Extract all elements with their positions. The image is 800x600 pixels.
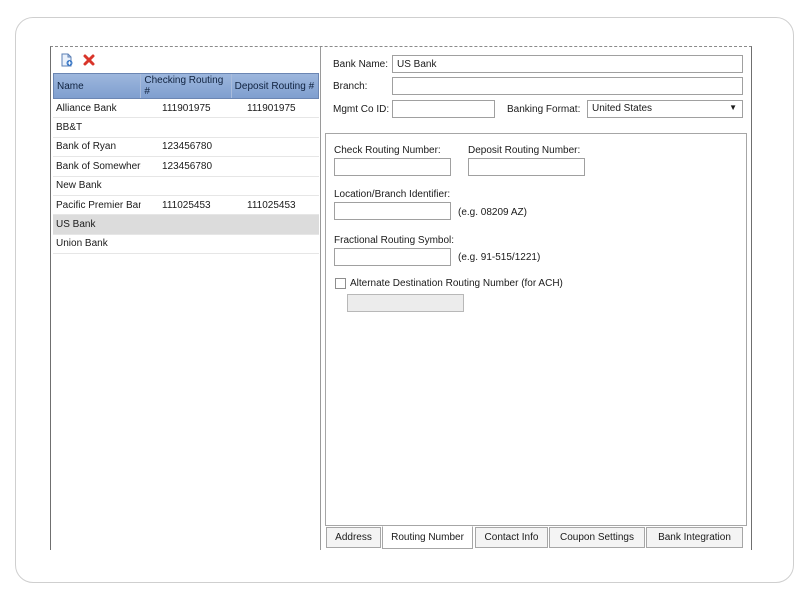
alternate-routing-label: Alternate Destination Routing Number (fo… — [350, 278, 563, 289]
location-branch-field[interactable] — [334, 202, 451, 220]
branch-field[interactable] — [392, 77, 743, 95]
bank-name-cell: Alliance Bank — [56, 102, 117, 114]
checking-routing-cell: 123456780 — [162, 160, 213, 172]
bank-list-pane: Name Checking Routing # Deposit Routing … — [51, 47, 321, 550]
table-row[interactable]: Bank of Somewhere 123456780 — [53, 157, 319, 177]
deposit-routing-cell: 111901975 — [247, 102, 296, 114]
bank-name-cell: US Bank — [56, 219, 96, 231]
bank-grid-body: Alliance Bank 111901975 111901975 BB&T Bank … — [53, 99, 319, 255]
table-row[interactable]: New Bank — [53, 177, 319, 196]
table-row[interactable]: Pacific Premier Bank 111025453 111025453 — [53, 196, 319, 216]
bank-name-cell: Union Bank — [56, 238, 108, 250]
tab-routing-number[interactable]: Routing Number — [382, 526, 473, 549]
checking-routing-cell: 123456780 — [162, 141, 213, 153]
table-row[interactable]: US Bank — [53, 215, 319, 235]
alternate-routing-checkbox[interactable] — [335, 278, 346, 289]
deposit-routing-label: Deposit Routing Number: — [468, 145, 581, 156]
bank-grid-header: Name Checking Routing # Deposit Routing … — [53, 73, 319, 99]
alternate-routing-field — [347, 294, 464, 312]
deposit-routing-cell: 111025453 — [247, 199, 296, 211]
bank-setup-window: Name Checking Routing # Deposit Routing … — [50, 46, 752, 550]
table-row[interactable]: Bank of Ryan 123456780 — [53, 138, 319, 158]
bank-name-cell: BB&T — [56, 122, 83, 134]
fractional-routing-hint: (e.g. 91-515/1221) — [458, 252, 541, 263]
fractional-routing-label: Fractional Routing Symbol: — [334, 235, 455, 246]
column-header-deposit-routing[interactable]: Deposit Routing # — [232, 74, 318, 98]
checking-routing-cell: 111025453 — [162, 199, 211, 211]
fractional-routing-field[interactable] — [334, 248, 451, 266]
bank-name-cell: New Bank — [56, 180, 102, 192]
mgmt-co-id-label: Mgmt Co ID: — [333, 104, 390, 115]
detail-tabs: Address Routing Number Contact Info Coup… — [325, 526, 749, 550]
bank-name-cell: Bank of Ryan — [56, 141, 117, 153]
banking-format-select[interactable]: United States ▼ — [587, 100, 743, 118]
dropdown-arrow-icon: ▼ — [729, 103, 737, 112]
routing-number-tab-panel: Check Routing Number: Deposit Routing Nu… — [325, 133, 747, 526]
bank-grid: Name Checking Routing # Deposit Routing … — [53, 73, 319, 255]
table-row[interactable]: BB&T — [53, 118, 319, 138]
bank-details-pane: Bank Name: Branch: Mgmt Co ID: Banking F… — [323, 47, 751, 551]
banking-format-label: Banking Format: — [507, 104, 581, 115]
bank-name-field[interactable] — [392, 55, 743, 73]
branch-label: Branch: — [333, 81, 368, 92]
tab-contact-info[interactable]: Contact Info — [475, 527, 548, 548]
add-document-icon[interactable] — [60, 53, 74, 67]
mgmt-co-id-field[interactable] — [392, 100, 495, 118]
tab-coupon-settings[interactable]: Coupon Settings — [549, 527, 645, 548]
column-header-checking-routing[interactable]: Checking Routing # — [141, 74, 232, 98]
location-branch-label: Location/Branch Identifier: — [334, 189, 451, 200]
column-header-name[interactable]: Name — [54, 74, 142, 98]
tab-address[interactable]: Address — [326, 527, 381, 548]
bank-name-label: Bank Name: — [333, 59, 389, 70]
tab-bank-integration[interactable]: Bank Integration — [646, 527, 743, 548]
delete-x-icon[interactable] — [82, 53, 96, 67]
location-branch-hint: (e.g. 08209 AZ) — [458, 207, 527, 218]
checking-routing-cell: 111901975 — [162, 102, 211, 114]
check-routing-label: Check Routing Number: — [334, 145, 441, 156]
table-row[interactable]: Alliance Bank 111901975 111901975 — [53, 99, 319, 119]
check-routing-field[interactable] — [334, 158, 451, 176]
bank-name-cell: Pacific Premier Bank — [56, 199, 141, 211]
table-row[interactable]: Union Bank — [53, 235, 319, 255]
bank-list-toolbar — [51, 47, 321, 72]
banking-format-value: United States — [592, 103, 653, 114]
bank-name-cell: Bank of Somewhere — [56, 160, 141, 172]
deposit-routing-field[interactable] — [468, 158, 585, 176]
